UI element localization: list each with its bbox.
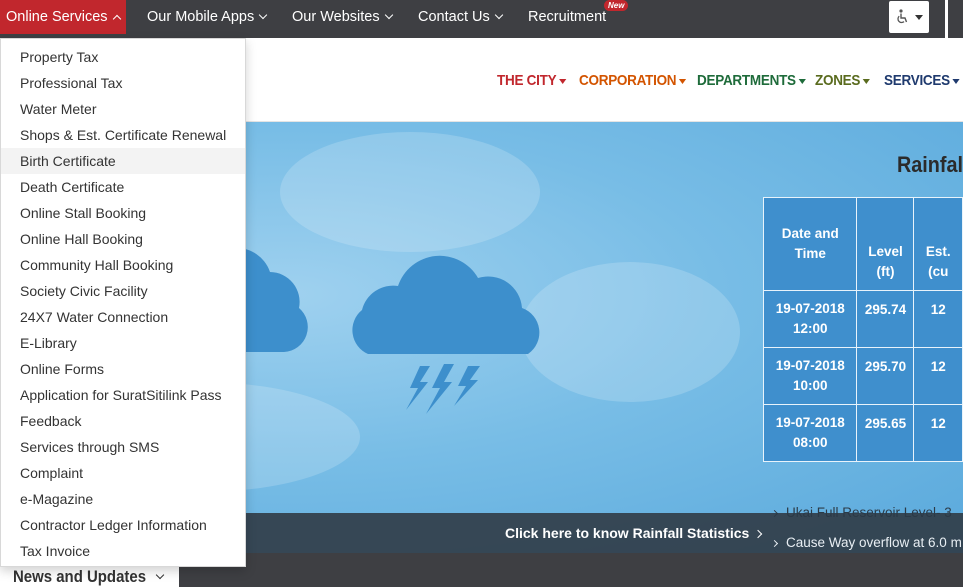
top-nav-label: Our Mobile Apps bbox=[147, 9, 255, 25]
menu-item-online-forms[interactable]: Online Forms bbox=[1, 356, 245, 382]
accessibility-button[interactable] bbox=[889, 1, 929, 33]
menu-item-community-hall[interactable]: Community Hall Booking bbox=[1, 252, 245, 278]
menu-item-death-certificate[interactable]: Death Certificate bbox=[1, 174, 245, 200]
main-nav-label: SERVICES bbox=[884, 72, 950, 89]
menu-item-birth-certificate[interactable]: Birth Certificate bbox=[1, 148, 245, 174]
storm-cloud-icon bbox=[352, 255, 540, 414]
chevron-up-icon bbox=[112, 14, 121, 23]
menu-item-water-connection[interactable]: 24X7 Water Connection bbox=[1, 304, 245, 330]
menu-item-property-tax[interactable]: Property Tax bbox=[1, 44, 245, 70]
menu-item-hall-booking[interactable]: Online Hall Booking bbox=[1, 226, 245, 252]
caret-down-icon bbox=[798, 78, 806, 84]
background-haze bbox=[280, 132, 540, 252]
main-nav-corporation[interactable]: CORPORATION bbox=[579, 72, 687, 89]
menu-item-complaint[interactable]: Complaint bbox=[1, 460, 245, 486]
main-nav-label: DEPARTMENTS bbox=[697, 72, 796, 89]
table-row: 19-07-2018 08:00 295.65 12 bbox=[762, 404, 963, 462]
menu-item-sms-services[interactable]: Services through SMS bbox=[1, 434, 245, 460]
main-nav-services[interactable]: SERVICES bbox=[884, 72, 960, 89]
menu-item-feedback[interactable]: Feedback bbox=[1, 408, 245, 434]
main-nav-label: CORPORATION bbox=[579, 72, 677, 89]
row-est: 12 bbox=[913, 404, 963, 462]
chevron-right-icon bbox=[770, 509, 779, 518]
wheelchair-icon bbox=[897, 9, 908, 24]
top-nav-online-services[interactable]: Online Services bbox=[0, 0, 126, 34]
top-nav-label: Contact Us bbox=[418, 9, 490, 25]
row-est: 12 bbox=[913, 290, 963, 348]
news-and-updates-tab[interactable]: News and Updates bbox=[0, 567, 179, 587]
top-nav-label: Our Websites bbox=[292, 9, 380, 25]
caret-down-icon bbox=[952, 78, 960, 84]
row-date: 19-07-2018 12:00 bbox=[775, 301, 845, 336]
top-nav-label: Online Services bbox=[6, 9, 108, 25]
table-row: 19-07-2018 10:00 295.70 12 bbox=[762, 347, 963, 405]
main-nav-departments[interactable]: DEPARTMENTS bbox=[697, 72, 806, 89]
caret-down-icon bbox=[915, 14, 923, 20]
top-nav-websites[interactable]: Our Websites bbox=[292, 0, 393, 34]
main-nav-label: ZONES bbox=[815, 72, 861, 89]
row-level: 295.74 bbox=[856, 290, 915, 348]
ticker-item[interactable]: Ukai Full Reservoir Level- 3 bbox=[770, 505, 952, 520]
menu-item-shops-certificate[interactable]: Shops & Est. Certificate Renewal bbox=[1, 122, 245, 148]
menu-item-e-library[interactable]: E-Library bbox=[1, 330, 245, 356]
rainfall-statistics-link[interactable]: Click here to know Rainfall Statistics bbox=[505, 525, 763, 541]
header-date-time: Date and Time bbox=[762, 197, 858, 291]
online-services-dropdown: Property Tax Professional Tax Water Mete… bbox=[0, 38, 246, 567]
menu-item-water-meter[interactable]: Water Meter bbox=[1, 96, 245, 122]
chevron-right-icon bbox=[770, 539, 779, 548]
chevron-down-icon bbox=[494, 10, 503, 20]
rainfall-title: Rainfal bbox=[897, 152, 963, 177]
top-nav-label: Recruitment bbox=[528, 9, 607, 25]
top-bar: Online Services Our Mobile Apps Our Webs… bbox=[0, 0, 963, 38]
menu-item-contractor-ledger[interactable]: Contractor Ledger Information bbox=[1, 512, 245, 538]
main-nav-zones[interactable]: ZONES bbox=[815, 72, 871, 89]
header-level: Level (ft) bbox=[856, 197, 915, 291]
menu-item-e-magazine[interactable]: e-Magazine bbox=[1, 486, 245, 512]
chevron-right-icon bbox=[754, 529, 763, 539]
row-level: 295.65 bbox=[856, 404, 915, 462]
table-row: 19-07-2018 12:00 295.74 12 bbox=[762, 290, 963, 348]
divider bbox=[945, 0, 948, 38]
chevron-down-icon bbox=[384, 10, 393, 20]
news-label: News and Updates bbox=[13, 567, 147, 586]
caret-down-icon bbox=[559, 78, 567, 84]
menu-item-society-civic[interactable]: Society Civic Facility bbox=[1, 278, 245, 304]
menu-item-professional-tax[interactable]: Professional Tax bbox=[1, 70, 245, 96]
ticker-item[interactable]: Cause Way overflow at 6.0 m bbox=[770, 535, 962, 550]
top-nav-recruitment[interactable]: Recruitment bbox=[528, 0, 606, 34]
row-est: 12 bbox=[913, 347, 963, 405]
header-est: Est. (cu bbox=[913, 197, 963, 291]
row-date: 19-07-2018 08:00 bbox=[775, 415, 845, 450]
rainfall-table: Date and Time Level (ft) Est. (cu 19-07-… bbox=[762, 197, 963, 462]
menu-item-tax-invoice[interactable]: Tax Invoice bbox=[1, 538, 245, 564]
row-date: 19-07-2018 10:00 bbox=[775, 358, 845, 393]
chevron-down-icon bbox=[155, 570, 165, 580]
menu-item-sitilink-pass[interactable]: Application for SuratSitilink Pass bbox=[1, 382, 245, 408]
menu-item-stall-booking[interactable]: Online Stall Booking bbox=[1, 200, 245, 226]
caret-down-icon bbox=[862, 78, 871, 84]
main-nav-the-city[interactable]: THE CITY bbox=[497, 72, 567, 89]
top-nav-mobile-apps[interactable]: Our Mobile Apps bbox=[147, 0, 268, 34]
row-level: 295.70 bbox=[856, 347, 915, 405]
chevron-down-icon bbox=[258, 10, 268, 20]
caret-down-icon bbox=[678, 78, 687, 84]
top-nav-contact-us[interactable]: Contact Us bbox=[418, 0, 503, 34]
new-badge: New bbox=[604, 0, 629, 11]
main-nav-label: THE CITY bbox=[497, 72, 557, 89]
